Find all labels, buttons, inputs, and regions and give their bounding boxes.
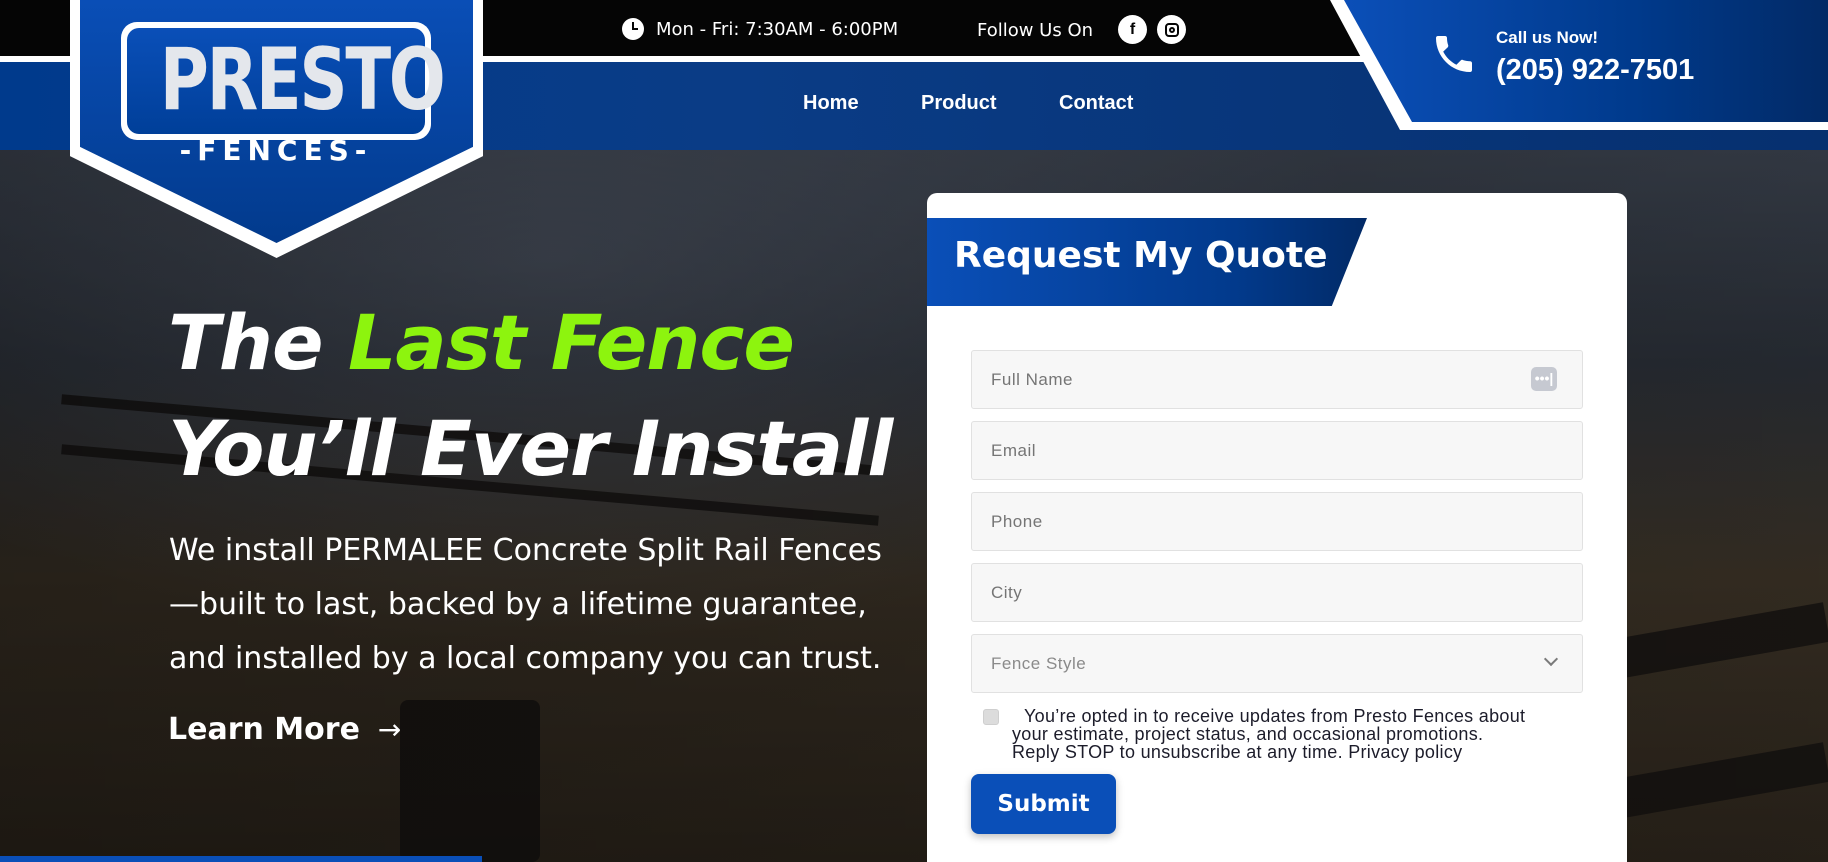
bottom-accent-bar <box>0 856 482 862</box>
clock-icon <box>622 18 644 40</box>
phone-icon <box>1436 36 1472 72</box>
logo-wordmark: PRESTO <box>159 30 446 130</box>
email-input[interactable] <box>971 421 1583 480</box>
hours-text: Mon - Fri: 7:30AM - 6:00PM <box>656 18 899 40</box>
call-phone-number[interactable]: (205) 922-7501 <box>1496 54 1694 87</box>
city-input[interactable] <box>971 563 1583 622</box>
optin-text: You’re opted in to receive updates from … <box>1012 706 1526 762</box>
business-hours: Mon - Fri: 7:30AM - 6:00PM <box>622 18 898 40</box>
nav-product[interactable]: Product <box>921 92 997 115</box>
instagram-icon[interactable] <box>1157 15 1186 44</box>
nav-home[interactable]: Home <box>803 92 859 115</box>
facebook-icon[interactable]: f <box>1118 15 1147 44</box>
headline-line2: You’ll Ever Install <box>168 404 893 493</box>
fence-style-label: Fence Style <box>991 653 1087 673</box>
learn-more-link[interactable]: Learn More → <box>168 712 401 747</box>
call-label: Call us Now! <box>1496 28 1599 47</box>
hero-subtext: We install PERMALEE Concrete Split Rail … <box>169 533 882 676</box>
submit-button[interactable]: Submit <box>971 774 1116 834</box>
optin-checkbox[interactable] <box>983 709 999 725</box>
headline-accent: Last Fence <box>347 298 795 387</box>
phone-input[interactable] <box>971 492 1583 551</box>
hero-headline: The Last Fence You’ll Ever Install <box>168 298 893 493</box>
follow-us-label: Follow Us On <box>977 20 1094 41</box>
full-name-input[interactable] <box>971 350 1583 409</box>
nav-contact[interactable]: Contact <box>1059 92 1133 115</box>
logo-subtitle: -FENCES- <box>179 134 373 167</box>
arrow-right-icon: → <box>377 713 402 746</box>
form-title: Request My Quote <box>954 235 1328 276</box>
fence-style-select[interactable]: Fence Style <box>971 634 1583 693</box>
autofill-icon[interactable]: •••| <box>1531 367 1557 391</box>
